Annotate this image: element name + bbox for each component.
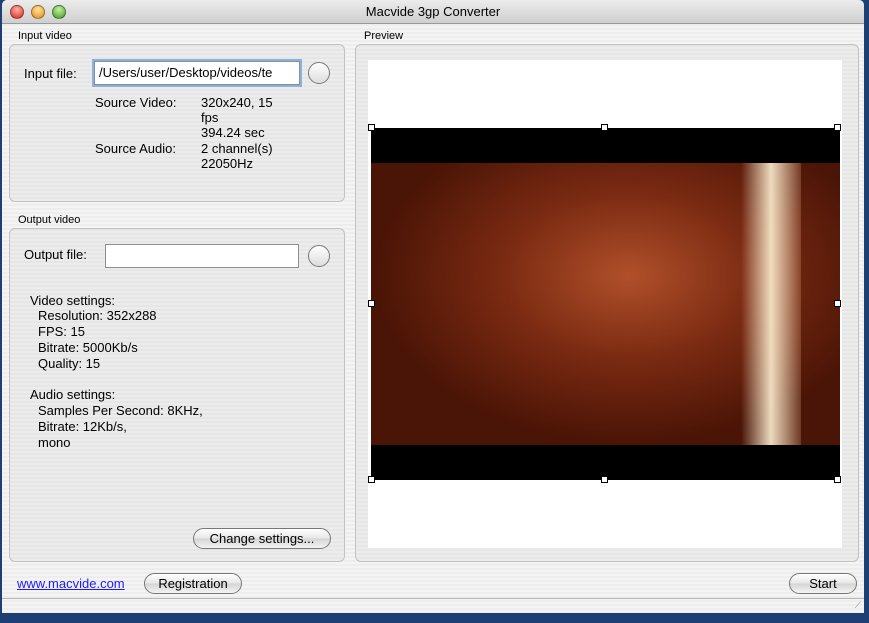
- preview-canvas: [368, 60, 842, 548]
- source-video-value: 320x240, 15: [201, 95, 273, 110]
- video-fps: FPS: 15: [38, 324, 85, 339]
- video-quality: Quality: 15: [38, 356, 101, 371]
- resize-handle[interactable]: [368, 476, 375, 483]
- audio-settings-heading: Audio settings:: [30, 387, 116, 402]
- registration-button[interactable]: Registration: [144, 573, 242, 594]
- start-button[interactable]: Start: [789, 573, 857, 594]
- status-divider: [2, 598, 864, 599]
- resize-handle[interactable]: [834, 124, 841, 131]
- audio-channels: mono: [38, 435, 71, 450]
- input-file-field[interactable]: /Users/user/Desktop/videos/te: [94, 61, 300, 85]
- output-group-label: Output video: [18, 214, 81, 226]
- resize-handle[interactable]: [601, 476, 608, 483]
- browse-output-button[interactable]: [308, 245, 330, 267]
- video-preview-image: [371, 163, 840, 445]
- resize-handle[interactable]: [601, 124, 608, 131]
- source-video-duration: 394.24 sec: [201, 125, 265, 140]
- video-settings-heading: Video settings:: [30, 293, 116, 308]
- video-resolution: Resolution: 352x288: [38, 308, 157, 323]
- macvide-link[interactable]: www.macvide.com: [17, 576, 125, 592]
- browse-input-button[interactable]: [308, 62, 330, 84]
- video-bitrate: Bitrate: 5000Kb/s: [38, 340, 138, 355]
- resize-handle[interactable]: [834, 300, 841, 307]
- input-group-label: Input video: [18, 30, 72, 42]
- app-window: Macvide 3gp Converter Input video Input …: [2, 0, 864, 613]
- zoom-button[interactable]: [52, 5, 66, 19]
- preview-group-label: Preview: [364, 30, 404, 42]
- minimize-button[interactable]: [31, 5, 45, 19]
- source-audio-value: 2 channel(s): [201, 141, 273, 156]
- output-file-label: Output file:: [24, 247, 87, 262]
- resize-handle[interactable]: [368, 300, 375, 307]
- resize-grip-icon[interactable]: ⟋: [855, 600, 861, 611]
- source-audio-value: 22050Hz: [201, 156, 254, 171]
- close-button[interactable]: [10, 5, 24, 19]
- resize-handle[interactable]: [368, 124, 375, 131]
- resize-handle[interactable]: [834, 476, 841, 483]
- source-video-value: fps: [201, 110, 219, 125]
- change-settings-button[interactable]: Change settings...: [193, 528, 331, 549]
- output-group: Output file: Video settings: Resolution:…: [9, 228, 345, 562]
- window-title: Macvide 3gp Converter: [365, 4, 501, 19]
- video-frame: [371, 128, 840, 480]
- output-file-field[interactable]: [105, 244, 299, 268]
- input-file-label: Input file:: [24, 66, 77, 81]
- source-video-label: Source Video:: [95, 95, 177, 110]
- source-audio-label: Source Audio:: [95, 141, 176, 156]
- audio-samples: Samples Per Second: 8KHz,: [38, 403, 203, 418]
- input-group: Input file: /Users/user/Desktop/videos/t…: [9, 44, 345, 202]
- title-bar: Macvide 3gp Converter: [2, 0, 864, 24]
- audio-bitrate: Bitrate: 12Kb/s,: [38, 419, 127, 434]
